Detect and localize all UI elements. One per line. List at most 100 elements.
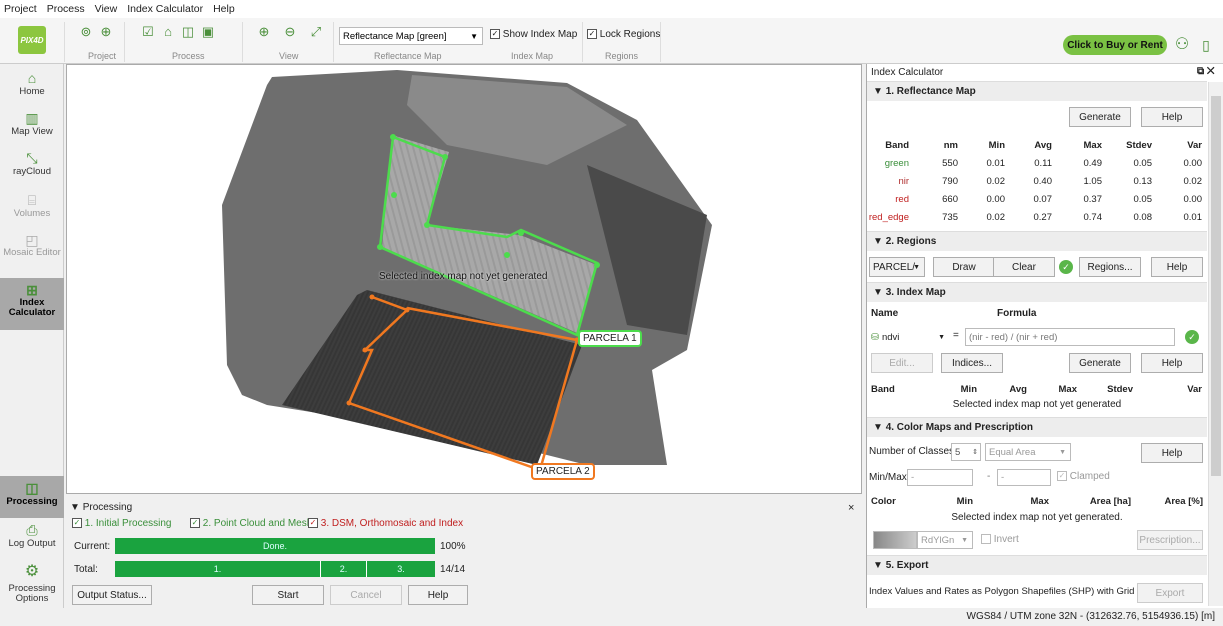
- user-account-icon[interactable]: ⚇: [1174, 37, 1190, 53]
- col-max: Max: [1030, 496, 1049, 507]
- process-save-icon[interactable]: ▣: [200, 24, 216, 40]
- close-icon[interactable]: ×: [848, 502, 854, 514]
- help-index-button[interactable]: Help: [1141, 353, 1203, 373]
- region-label-parcela-1[interactable]: PARCELA 1: [578, 330, 642, 347]
- table-cell: 1.05: [1083, 176, 1103, 187]
- group-label-regions: Regions: [605, 51, 639, 61]
- generate-reflectance-button[interactable]: Generate: [1069, 107, 1131, 127]
- region-label-parcela-2[interactable]: PARCELA 2: [531, 463, 595, 480]
- menu-help[interactable]: Help: [213, 3, 235, 15]
- project-options-icon[interactable]: ⊚: [78, 24, 94, 40]
- draw-button[interactable]: Draw: [933, 257, 995, 277]
- checkbox-checked-icon: ✓: [587, 29, 597, 40]
- lock-regions-checkbox[interactable]: ✓ Lock Regions: [587, 29, 660, 40]
- zoom-out-icon[interactable]: ⊖: [282, 24, 298, 40]
- nav-processing[interactable]: ◫ Processing: [0, 476, 64, 518]
- indices-button[interactable]: Indices...: [941, 353, 1003, 373]
- clear-button[interactable]: Clear: [993, 257, 1055, 277]
- prescription-button[interactable]: Prescription...: [1137, 530, 1203, 550]
- total-step-3: 3.: [367, 561, 435, 577]
- panel-layout-icon[interactable]: ▯: [1198, 37, 1214, 53]
- collapse-triangle-icon: ▼: [873, 287, 886, 298]
- checkbox-checked-icon: ✓: [72, 518, 82, 529]
- max-input[interactable]: -: [997, 469, 1051, 486]
- panel-float-close-icon[interactable]: ⧉ ✕: [1197, 66, 1215, 77]
- export-button[interactable]: Export: [1137, 583, 1203, 603]
- checkbox-checked-icon: ✓: [190, 518, 200, 529]
- process-run-icon[interactable]: ◫: [180, 24, 196, 40]
- section-export[interactable]: ▼ 5. Export: [867, 555, 1207, 575]
- help-colormap-button[interactable]: Help: [1141, 443, 1203, 463]
- table-cell: 0.08: [1133, 212, 1153, 223]
- processing-header[interactable]: ▼ Processing: [70, 502, 132, 513]
- nav-processing-options[interactable]: ⚙ Processing Options: [0, 564, 64, 604]
- colormap-preview: [873, 531, 917, 549]
- section-regions[interactable]: ▼ 2. Regions: [867, 231, 1207, 251]
- nav-raycloud[interactable]: ⤡ rayCloud: [0, 150, 64, 177]
- pix4d-logo: PIX4D: [18, 26, 46, 54]
- nav-home-label: Home: [19, 86, 45, 97]
- start-button[interactable]: Start: [252, 585, 324, 605]
- panel-scrollbar[interactable]: [1208, 82, 1223, 606]
- menu-process[interactable]: Process: [47, 3, 85, 15]
- invert-checkbox[interactable]: Invert: [981, 534, 1019, 545]
- coordinate-readout: WGS84 / UTM zone 32N - (312632.76, 51549…: [966, 611, 1215, 622]
- process-step-icon[interactable]: ☑: [140, 24, 156, 40]
- step-2-checkbox[interactable]: ✓ 2. Point Cloud and Mesh: [190, 518, 312, 529]
- fit-view-icon[interactable]: ⤢: [308, 24, 324, 40]
- colormap-table-message: Selected index map not yet generated.: [951, 512, 1123, 523]
- section-index-map[interactable]: ▼ 3. Index Map: [867, 282, 1207, 302]
- table-cell: 0.11: [1034, 158, 1052, 169]
- section-reflectance-map[interactable]: ▼ 1. Reflectance Map: [867, 81, 1207, 101]
- formula-input[interactable]: (nir - red) / (nir + red): [965, 328, 1175, 346]
- help-button[interactable]: Help: [408, 585, 468, 605]
- help-reflectance-button[interactable]: Help: [1141, 107, 1203, 127]
- col-area-pct: Area [%]: [1164, 496, 1203, 507]
- clamped-checkbox[interactable]: ✓ Clamped: [1057, 471, 1110, 482]
- scrollbar-thumb[interactable]: [1211, 96, 1221, 476]
- step-1-checkbox[interactable]: ✓ 1. Initial Processing: [72, 518, 172, 529]
- nav-log-output[interactable]: ⎙ Log Output: [0, 522, 64, 549]
- classification-method-select[interactable]: Equal Area ▼: [985, 443, 1071, 461]
- classes-spinbox[interactable]: 5 ⇕: [951, 443, 981, 461]
- nav-home[interactable]: ⌂ Home: [0, 70, 64, 97]
- menu-view[interactable]: View: [95, 3, 118, 15]
- min-input[interactable]: -: [907, 469, 973, 486]
- show-index-map-checkbox[interactable]: ✓ Show Index Map: [490, 29, 577, 40]
- group-label-reflectance-map: Reflectance Map: [374, 51, 442, 61]
- menu-project[interactable]: Project: [4, 3, 37, 15]
- section-color-maps[interactable]: ▼ 4. Color Maps and Prescription: [867, 417, 1207, 437]
- regions-button[interactable]: Regions...: [1079, 257, 1141, 277]
- step-3-checkbox[interactable]: ✓ 3. DSM, Orthomosaic and Index: [308, 518, 463, 529]
- divider: [242, 22, 243, 62]
- buy-or-rent-button[interactable]: Click to Buy or Rent: [1063, 35, 1167, 55]
- help-regions-button[interactable]: Help: [1151, 257, 1203, 277]
- nav-map-view[interactable]: ▥ Map View: [0, 110, 64, 137]
- chevron-down-icon: ▼: [1059, 448, 1066, 456]
- map-viewport[interactable]: Selected index map not yet generated PAR…: [66, 64, 862, 494]
- nav-index-calculator[interactable]: ⊞ Index Calculator: [0, 278, 64, 330]
- region-select[interactable]: PARCEL/▼: [869, 257, 925, 277]
- checkbox-checked-icon: ✓: [308, 518, 318, 529]
- table-cell: 0.00: [986, 194, 1006, 205]
- index-select[interactable]: ⛁ ndvi ▼: [871, 328, 947, 346]
- process-output-icon[interactable]: ⌂: [160, 24, 176, 40]
- nav-mosaic-editor[interactable]: ◰ Mosaic Editor: [0, 232, 64, 258]
- total-step-1: 1.: [115, 561, 321, 577]
- colormap-table-header: Color Min Max Area [ha] Area [%]: [867, 496, 1207, 510]
- crosshair-icon[interactable]: ⊕: [98, 24, 114, 40]
- table-cell: 550: [942, 158, 958, 169]
- menu-index-calculator[interactable]: Index Calculator: [127, 3, 203, 15]
- invert-label: Invert: [993, 534, 1019, 545]
- reflectance-map-select[interactable]: Reflectance Map [green] ▼: [339, 27, 483, 45]
- generate-index-button[interactable]: Generate: [1069, 353, 1131, 373]
- edit-button[interactable]: Edit...: [871, 353, 933, 373]
- table-cell: 0.02: [986, 176, 1006, 187]
- menu-bar: Project Process View Index Calculator He…: [0, 0, 1223, 18]
- nav-volumes[interactable]: ⌸ Volumes: [0, 192, 64, 219]
- zoom-in-icon[interactable]: ⊕: [256, 24, 272, 40]
- colormap-select[interactable]: RdYlGn ▼: [917, 531, 973, 549]
- index-table-header: Band Min Avg Max Stdev Var: [867, 384, 1207, 398]
- output-status-button[interactable]: Output Status...: [72, 585, 152, 605]
- cancel-button[interactable]: Cancel: [330, 585, 402, 605]
